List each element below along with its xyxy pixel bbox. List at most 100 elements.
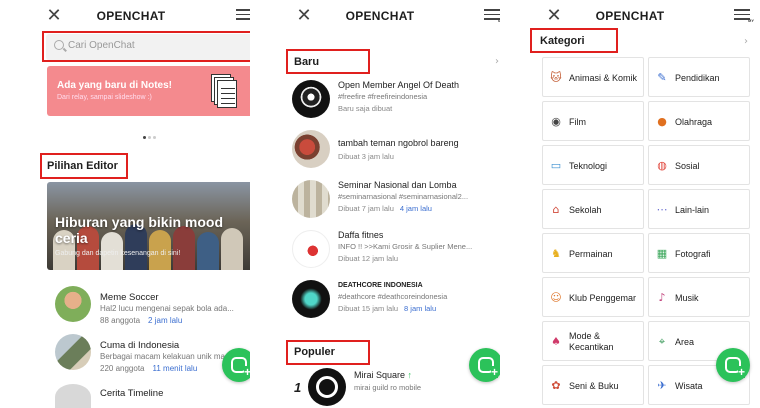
list-item[interactable]: Open Member Angel Of Death #freefire #fr… [292, 78, 502, 128]
category-item[interactable]: ⋯ Lain-lain [648, 189, 750, 229]
category-item[interactable]: ⌂ Sekolah [542, 189, 644, 229]
chat-name: tambah teman ngobrol bareng [338, 138, 459, 148]
list-item[interactable]: Cerita Timeline [47, 374, 255, 408]
school-icon: ⌂ [552, 203, 560, 216]
menu-badge: MY [748, 18, 754, 23]
chat-name: DEATHCORE INDONESIA [338, 282, 423, 289]
menu-icon[interactable]: MY [484, 9, 504, 23]
palette-icon: ✿ [551, 379, 561, 392]
category-label: Seni & Buku [569, 380, 619, 391]
category-item[interactable]: ✎ Pendidikan [648, 57, 750, 97]
avatar [292, 180, 330, 218]
category-item[interactable]: ◍ Sosial [648, 145, 750, 185]
ball-icon: ● [657, 115, 667, 128]
list-item[interactable]: DEATHCORE INDONESIA #deathcore #deathcor… [292, 278, 502, 328]
notes-icon [211, 74, 237, 108]
more-dots-icon: ⋯ [656, 203, 668, 216]
app-title: OPENCHAT [345, 9, 415, 23]
room-desc: Hal2 lucu mengenai sepak bola ada... [100, 304, 234, 313]
popular-chat-desc: mirai guild ro mobile [354, 383, 422, 392]
list-item[interactable]: tambah teman ngobrol bareng Dibuat 3 jam… [292, 128, 502, 178]
map-pin-icon: ⌖ [658, 335, 666, 348]
list-item[interactable]: Daffa fitnes INFO !! >>Kami Grosir & Sup… [292, 228, 502, 278]
room-name: Meme Soccer [100, 292, 159, 303]
list-item[interactable]: Meme Soccer Hal2 lucu mengenai sepak bol… [47, 278, 255, 325]
avatar [55, 286, 91, 322]
category-item[interactable]: ♠ Mode & Kecantikan [542, 321, 644, 361]
category-label: Musik [675, 292, 699, 303]
category-label: Mode & Kecantikan [569, 331, 614, 352]
music-icon: ♪ [658, 291, 666, 304]
banner-title: Ada yang baru di Notes! [57, 80, 173, 91]
new-chat-icon [231, 357, 252, 378]
category-label: Teknologi [569, 160, 608, 171]
popular-chat-name[interactable]: Mirai Square ↑ [354, 370, 412, 380]
chat-tags: #seminarnasional #seminarnasional2... [338, 192, 469, 201]
pencil-icon: ✎ [657, 71, 667, 84]
avatar [308, 368, 346, 406]
category-item[interactable]: 🐱 Animasi & Komik [542, 57, 644, 97]
editor-hero-card[interactable]: Hiburan yang bikin mood ceria Gabung dan… [47, 182, 255, 270]
category-item[interactable]: ✿ Seni & Buku [542, 365, 644, 405]
notes-banner[interactable]: Ada yang baru di Notes! Dari relay, samp… [47, 66, 255, 116]
chat-meta: Baru saja dibuat [338, 104, 393, 113]
app-bar: ✕ OPENCHAT MY [250, 0, 510, 32]
chat-meta: Dibuat 7 jam lalu 4 jam lalu [338, 204, 432, 213]
cat-face-icon: 🐱 [550, 71, 562, 84]
avatar [292, 280, 330, 318]
film-reel-icon: ◉ [551, 115, 561, 128]
carousel-dots [143, 126, 158, 144]
category-item[interactable]: ● Olahraga [648, 101, 750, 141]
hero-title: Hiburan yang bikin mood ceria [55, 214, 224, 246]
category-item[interactable]: ♞ Permainan [542, 233, 644, 273]
hero-subtitle: Gabung dan dapetin kesenangan di sini! [55, 250, 181, 257]
monitor-icon: ▭ [550, 159, 562, 172]
chevron-right-icon[interactable]: › [744, 36, 748, 47]
new-chat-icon [725, 357, 746, 378]
category-item[interactable]: ☺ Klub Penggemar [542, 277, 644, 317]
category-item[interactable]: ▦ Fotografi [648, 233, 750, 273]
chat-tags: #deathcore #deathcoreindonesia [338, 292, 448, 301]
category-label: Fotografi [675, 248, 711, 259]
room-meta: 220 anggota 11 menit lalu [100, 364, 198, 373]
create-chat-button[interactable] [716, 348, 750, 382]
category-label: Pendidikan [675, 72, 720, 83]
highlight-box-category [530, 28, 618, 53]
fan-face-icon: ☺ [550, 291, 562, 304]
category-item[interactable]: ♪ Musik [648, 277, 750, 317]
new-chat-icon [478, 357, 499, 378]
chat-name: Seminar Nasional dan Lomba [338, 180, 457, 190]
panel-openchat-categories: ✕ OPENCHAT MY Kategori › 🐱 Animasi & Komi… [500, 0, 760, 408]
banner-subtitle: Dari relay, sampai slideshow :) [57, 94, 152, 101]
category-label: Klub Penggemar [569, 292, 637, 303]
avatar [292, 130, 330, 168]
chevron-right-icon[interactable]: › [495, 56, 499, 67]
chat-meta: Dibuat 12 jam lalu [338, 254, 399, 263]
plane-icon: ✈ [657, 379, 667, 392]
avatar [292, 80, 330, 118]
category-item[interactable]: ◉ Film [542, 101, 644, 141]
list-item[interactable]: Seminar Nasional dan Lomba #seminarnasio… [292, 178, 502, 228]
room-name: Cerita Timeline [100, 388, 164, 399]
highlight-box-search [42, 31, 262, 62]
panel-openchat-home: ✕ OPENCHAT MY Cari OpenChat Ada yang bar… [0, 0, 262, 408]
room-name: Cuma di Indonesia [100, 340, 180, 351]
avatar [55, 384, 91, 408]
chat-meta: Dibuat 3 jam lalu [338, 152, 394, 161]
trend-up-icon: ↑ [407, 370, 413, 380]
photo-icon: ▦ [656, 247, 668, 260]
ghost-icon: ♞ [551, 247, 561, 260]
chat-meta: Dibuat 15 jam lalu 8 jam lalu [338, 304, 437, 313]
category-label: Lain-lain [675, 204, 710, 215]
category-item[interactable]: ▭ Teknologi [542, 145, 644, 185]
chat-name: Daffa fitnes [338, 230, 384, 240]
category-label: Sekolah [569, 204, 602, 215]
rank-number: 1 [294, 380, 302, 395]
create-chat-button[interactable] [469, 348, 503, 382]
app-title: OPENCHAT [595, 9, 665, 23]
category-label: Animasi & Komik [569, 72, 638, 83]
chat-name: Open Member Angel Of Death [338, 80, 460, 90]
app-title: OPENCHAT [96, 9, 166, 23]
menu-icon[interactable]: MY [734, 9, 754, 23]
editor-room-list: Meme Soccer Hal2 lucu mengenai sepak bol… [47, 270, 255, 408]
